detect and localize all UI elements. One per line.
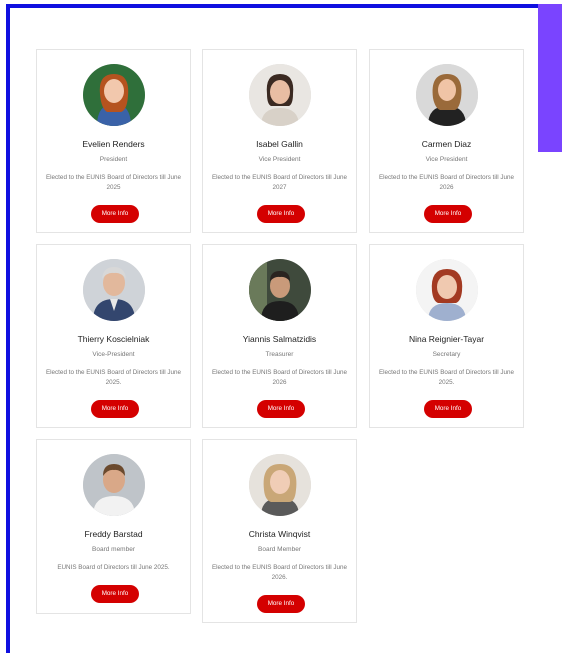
more-info-button[interactable]: More Info	[257, 400, 305, 418]
avatar	[249, 64, 311, 126]
member-description: Elected to the EUNIS Board of Directors …	[211, 174, 348, 191]
more-info-button[interactable]: More Info	[257, 205, 305, 223]
more-info-button[interactable]: More Info	[91, 400, 139, 418]
member-card-thierry-koscielniak: Thierry Koscielniak Vice-President Elect…	[36, 244, 191, 428]
side-tab[interactable]	[538, 4, 562, 152]
member-name: Carmen Diaz	[421, 139, 472, 149]
member-role: Board Member	[258, 546, 301, 553]
member-role: President	[99, 156, 128, 163]
member-description: Elected to the EUNIS Board of Directors …	[45, 174, 182, 191]
member-name: Nina Reignier-Tayar	[408, 334, 485, 344]
member-name: Christa Winqvist	[248, 529, 311, 539]
member-role: Vice-President	[92, 351, 135, 358]
more-info-button[interactable]: More Info	[91, 205, 139, 223]
member-card-isabel-gallin: Isabel Gallin Vice President Elected to …	[202, 49, 357, 233]
member-name: Isabel Gallin	[256, 139, 303, 149]
member-card-yiannis-salmatzidis: Yiannis Salmatzidis Treasurer Elected to…	[202, 244, 357, 428]
member-description: Elected to the EUNIS Board of Directors …	[378, 369, 515, 386]
member-name: Evelien Renders	[82, 139, 145, 149]
member-card-nina-reignier-tayar: Nina Reignier-Tayar Secretary Elected to…	[369, 244, 524, 428]
member-role: Vice President	[425, 156, 468, 163]
member-card-evelien-renders: Evelien Renders President Elected to the…	[36, 49, 191, 233]
more-info-button[interactable]: More Info	[257, 595, 305, 613]
member-description: Elected to the EUNIS Board of Directors …	[45, 369, 182, 386]
avatar	[83, 259, 145, 321]
member-description: Elected to the EUNIS Board of Directors …	[211, 564, 348, 581]
member-role: Secretary	[432, 351, 461, 358]
member-card-freddy-barstad: Freddy Barstad Board member EUNIS Board …	[36, 439, 191, 614]
member-name: Yiannis Salmatzidis	[242, 334, 317, 344]
more-info-button[interactable]: More Info	[424, 400, 472, 418]
member-role: Board member	[92, 546, 135, 553]
member-name: Thierry Koscielniak	[77, 334, 150, 344]
member-card-christa-winqvist: Christa Winqvist Board Member Elected to…	[202, 439, 357, 623]
frame-top-border	[6, 4, 538, 8]
member-card-carmen-diaz: Carmen Diaz Vice President Elected to th…	[369, 49, 524, 233]
more-info-button[interactable]: More Info	[424, 205, 472, 223]
member-description: EUNIS Board of Directors till June 2025.	[57, 564, 170, 571]
member-role: Vice President	[258, 156, 301, 163]
avatar	[249, 454, 311, 516]
avatar	[249, 259, 311, 321]
avatar	[83, 64, 145, 126]
member-role: Treasurer	[265, 351, 294, 358]
member-description: Elected to the EUNIS Board of Directors …	[211, 369, 348, 386]
avatar	[416, 259, 478, 321]
member-name: Freddy Barstad	[84, 529, 143, 539]
member-description: Elected to the EUNIS Board of Directors …	[378, 174, 515, 191]
more-info-button[interactable]: More Info	[91, 585, 139, 603]
frame-left-border	[6, 4, 10, 653]
avatar	[83, 454, 145, 516]
avatar	[416, 64, 478, 126]
